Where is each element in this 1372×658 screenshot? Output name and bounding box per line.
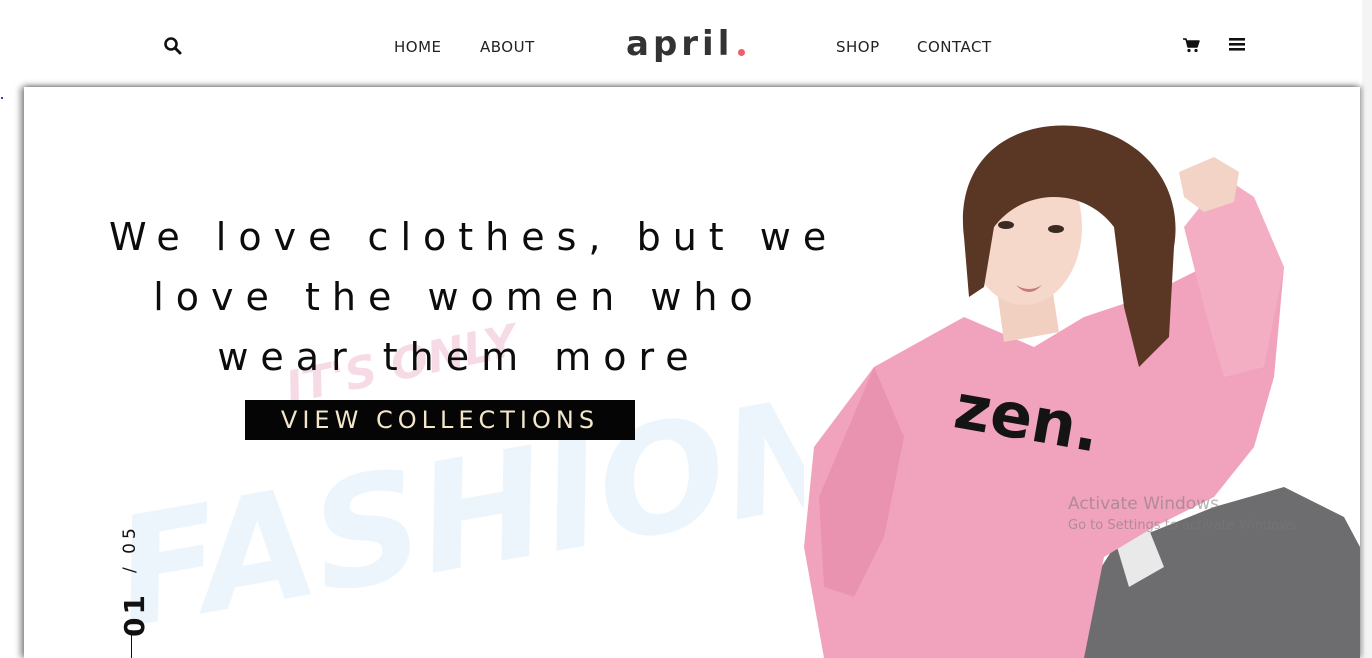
headline-line-2: love the women who [153,275,765,319]
nav-home[interactable]: HOME [394,38,442,56]
counter-line [131,635,132,658]
slide-current: 01 [118,592,151,637]
search-icon[interactable] [163,36,185,58]
view-collections-button[interactable]: VIEW COLLECTIONS [245,400,635,440]
hero-headline: We love clothes, but we love the women w… [109,207,839,387]
logo-dot [738,49,745,56]
windows-activate-title: Activate Windows [1068,494,1219,514]
hero-slider: IT'S ONLY FASHION We love clothes, but w… [24,87,1360,658]
cart-icon[interactable] [1182,36,1204,58]
nav-about[interactable]: ABOUT [480,38,535,56]
windows-activate-subtitle: Go to Settings to activate Windows. [1068,518,1301,533]
nav-shop[interactable]: SHOP [836,38,880,56]
nav-contact[interactable]: CONTACT [917,38,992,56]
logo[interactable]: april [626,24,733,64]
slide-counter: 01 / 05 [112,507,152,637]
model-photo: zen. [804,125,1360,658]
menu-icon[interactable] [1229,36,1251,58]
scrollbar[interactable] [1362,0,1372,658]
site-header: HOME ABOUT april SHOP CONTACT [0,0,1372,88]
headline-line-1: We love clothes, but we [109,215,839,259]
slide-total: / 05 [120,524,140,573]
stray-dot [1,97,3,99]
headline-line-3: wear them more [217,335,701,379]
